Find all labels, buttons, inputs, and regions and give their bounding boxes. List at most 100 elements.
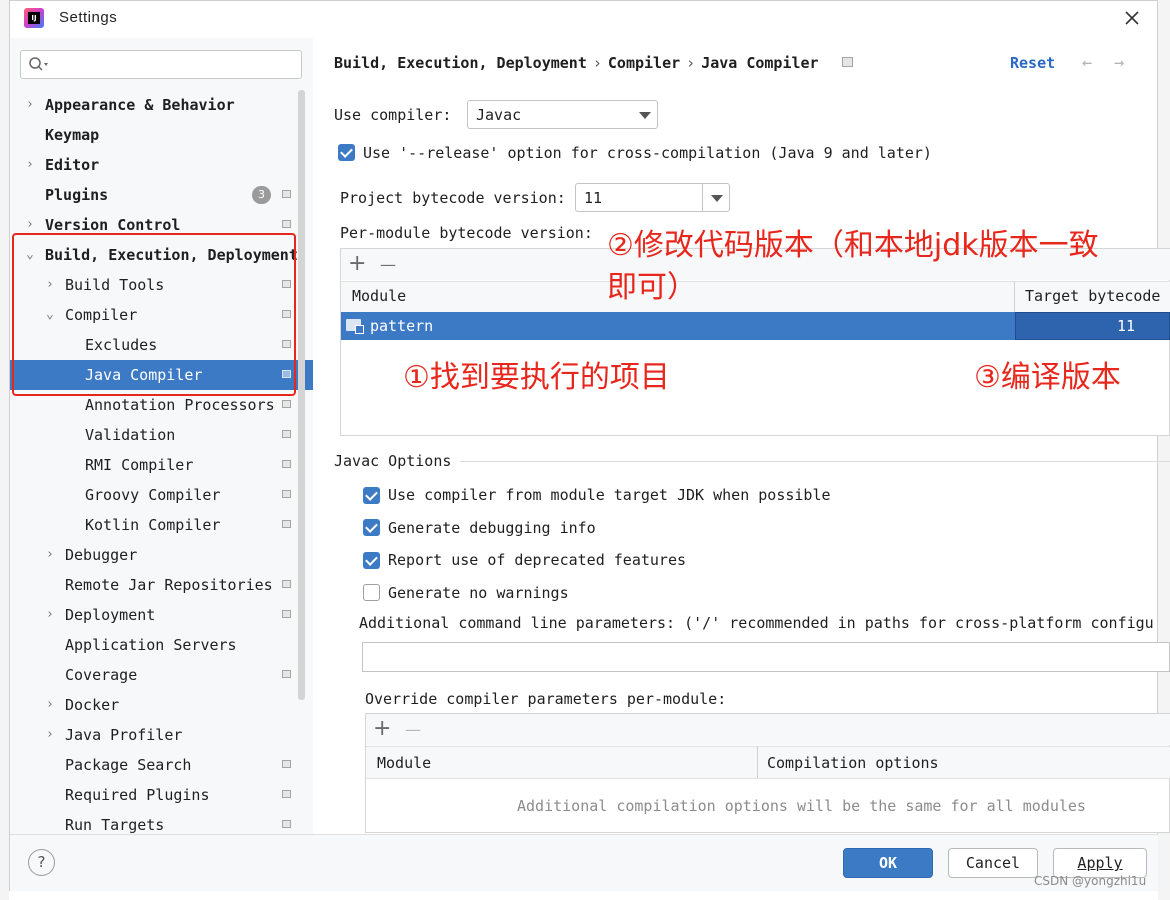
compiler-select-value: Javac bbox=[476, 106, 522, 124]
sidebar-item-label: RMI Compiler bbox=[85, 456, 194, 474]
chevron-right-icon[interactable]: › bbox=[46, 600, 54, 630]
empty-table-text: Additional compilation options will be t… bbox=[517, 797, 1086, 815]
help-button[interactable]: ? bbox=[28, 849, 55, 876]
column-header-module[interactable]: Module bbox=[352, 287, 406, 305]
chevron-right-icon[interactable]: › bbox=[26, 90, 34, 120]
project-settings-icon bbox=[282, 400, 291, 408]
ok-button[interactable]: OK bbox=[843, 848, 933, 878]
project-bytecode-value: 11 bbox=[584, 189, 603, 207]
reset-link[interactable]: Reset bbox=[1010, 54, 1055, 72]
annotation-step-3: ③编译版本 bbox=[974, 360, 1121, 395]
project-bytecode-combobox[interactable]: 11 bbox=[575, 183, 730, 212]
checkbox-debugging-info[interactable] bbox=[363, 519, 380, 536]
column-header-compilation-options[interactable]: Compilation options bbox=[767, 754, 939, 772]
sidebar-item[interactable]: Validation bbox=[10, 420, 313, 450]
breadcrumb-item[interactable]: Build, Execution, Deployment bbox=[334, 54, 587, 72]
module-name-cell[interactable]: pattern bbox=[370, 317, 433, 335]
use-compiler-label: Use compiler: bbox=[334, 106, 452, 124]
project-settings-icon bbox=[282, 760, 291, 768]
chevron-right-icon[interactable]: › bbox=[26, 150, 34, 180]
sidebar-item[interactable]: Run Targets bbox=[10, 810, 313, 834]
project-settings-icon bbox=[841, 57, 853, 67]
additional-params-input[interactable] bbox=[362, 642, 1170, 672]
breadcrumb-item[interactable]: Compiler bbox=[608, 54, 680, 72]
sidebar-item-label: Application Servers bbox=[65, 636, 237, 654]
breadcrumb-separator: › bbox=[592, 54, 602, 72]
close-button[interactable] bbox=[1120, 6, 1144, 30]
sidebar-item-label: Remote Jar Repositories bbox=[65, 576, 273, 594]
annotation-step-2-line1: ②修改代码版本（和本地jdk版本一致 bbox=[607, 228, 1099, 263]
plugins-update-badge: 3 bbox=[252, 186, 271, 204]
sidebar-item[interactable]: Kotlin Compiler bbox=[10, 510, 313, 540]
checkbox-deprecated-features[interactable] bbox=[363, 552, 380, 569]
add-icon[interactable]: + bbox=[348, 251, 366, 276]
chevron-right-icon[interactable]: › bbox=[46, 720, 54, 750]
sidebar-item[interactable]: Required Plugins bbox=[10, 780, 313, 810]
project-settings-icon bbox=[282, 520, 291, 528]
checkbox-label: Use compiler from module target JDK when… bbox=[388, 486, 831, 504]
sidebar-item-label: Kotlin Compiler bbox=[85, 516, 221, 534]
override-label: Override compiler parameters per-module: bbox=[365, 690, 727, 708]
sidebar-item[interactable]: Groovy Compiler bbox=[10, 480, 313, 510]
sidebar-item[interactable]: › Deployment bbox=[10, 600, 313, 630]
column-header-target-bytecode[interactable]: Target bytecode bbox=[1025, 287, 1160, 305]
sidebar-item[interactable]: › Java Profiler bbox=[10, 720, 313, 750]
column-divider[interactable] bbox=[1014, 281, 1015, 312]
chevron-right-icon[interactable]: › bbox=[46, 690, 54, 720]
project-settings-icon bbox=[282, 220, 291, 228]
chevron-right-icon[interactable]: › bbox=[46, 540, 54, 570]
sidebar-item-label: Package Search bbox=[65, 756, 192, 774]
target-bytecode-value: 11 bbox=[1117, 317, 1136, 335]
checkbox-label: Report use of deprecated features bbox=[388, 551, 687, 569]
release-option-label: Use '--release' option for cross-compila… bbox=[363, 144, 932, 162]
project-settings-icon bbox=[282, 460, 291, 468]
annotation-step-1: ①找到要执行的项目 bbox=[403, 360, 670, 395]
apply-button-label: Apply bbox=[1077, 854, 1123, 872]
sidebar-item[interactable]: › Debugger bbox=[10, 540, 313, 570]
search-field[interactable] bbox=[51, 54, 295, 76]
release-option-checkbox[interactable] bbox=[338, 144, 355, 161]
compiler-select[interactable]: Javac bbox=[467, 100, 658, 129]
remove-icon[interactable]: — bbox=[380, 255, 396, 274]
sidebar-item[interactable]: Plugins 3 bbox=[10, 180, 313, 210]
cancel-button[interactable]: Cancel bbox=[948, 848, 1038, 878]
checkbox-module-target-jdk[interactable] bbox=[363, 487, 380, 504]
javac-options-title: Javac Options bbox=[334, 452, 452, 470]
remove-icon[interactable]: — bbox=[405, 720, 421, 739]
breadcrumb-item: Java Compiler bbox=[701, 54, 819, 72]
breadcrumb-separator: › bbox=[686, 54, 696, 72]
sidebar-scrollbar[interactable] bbox=[298, 90, 305, 700]
checkbox-no-warnings[interactable] bbox=[363, 584, 380, 601]
sidebar-item-label: Debugger bbox=[65, 546, 138, 564]
back-arrow-icon[interactable]: ← bbox=[1082, 53, 1092, 73]
sidebar-item-label: Appearance & Behavior bbox=[45, 96, 235, 114]
project-settings-icon bbox=[282, 430, 291, 438]
sidebar-item[interactable]: Package Search bbox=[10, 750, 313, 780]
background-ide-edge bbox=[0, 0, 9, 900]
project-settings-icon bbox=[282, 490, 291, 498]
title-bar bbox=[9, 0, 1158, 38]
chevron-down-icon bbox=[711, 195, 723, 202]
column-header-module[interactable]: Module bbox=[377, 754, 431, 772]
sidebar-item[interactable]: Remote Jar Repositories bbox=[10, 570, 313, 600]
sidebar-item[interactable]: Keymap bbox=[10, 120, 313, 150]
sidebar-item[interactable]: RMI Compiler bbox=[10, 450, 313, 480]
sidebar-item-label: Java Profiler bbox=[65, 726, 183, 744]
column-divider[interactable] bbox=[757, 746, 758, 778]
sidebar-item[interactable]: Coverage bbox=[10, 660, 313, 690]
project-settings-icon bbox=[282, 610, 291, 618]
sidebar-item[interactable]: › Appearance & Behavior bbox=[10, 90, 313, 120]
search-input[interactable] bbox=[20, 50, 302, 79]
target-bytecode-cell[interactable] bbox=[1015, 312, 1170, 340]
sidebar-item-label: Docker bbox=[65, 696, 120, 714]
per-module-label: Per-module bytecode version: bbox=[340, 224, 593, 242]
annotation-highlight-box bbox=[12, 233, 296, 396]
sidebar-item[interactable]: › Docker bbox=[10, 690, 313, 720]
project-settings-icon bbox=[282, 790, 291, 798]
sidebar-item[interactable]: › Editor bbox=[10, 150, 313, 180]
project-settings-icon bbox=[282, 190, 291, 198]
add-icon[interactable]: + bbox=[373, 716, 391, 741]
sidebar-item-label: Keymap bbox=[45, 126, 100, 144]
forward-arrow-icon[interactable]: → bbox=[1114, 53, 1124, 73]
sidebar-item[interactable]: Application Servers bbox=[10, 630, 313, 660]
